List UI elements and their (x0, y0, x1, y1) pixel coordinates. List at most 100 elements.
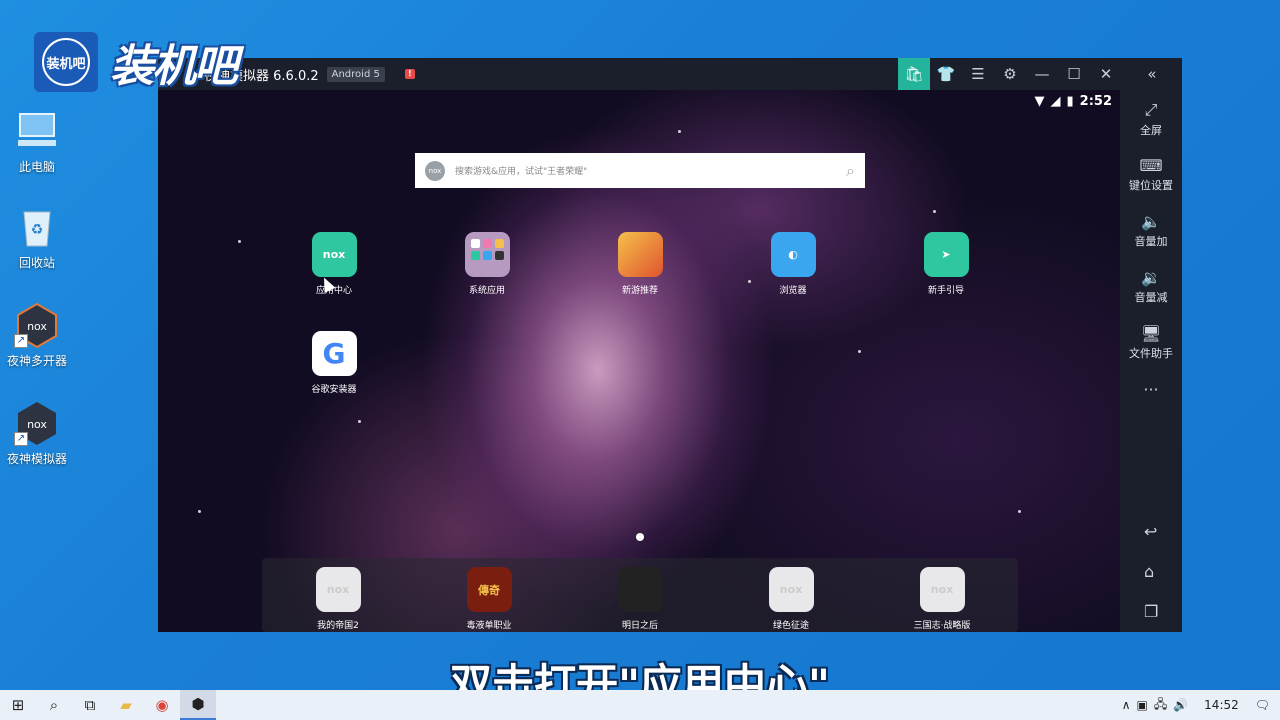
app-guide[interactable]: ➤ 新手引导 (906, 232, 986, 296)
minimize-icon[interactable]: — (1026, 58, 1058, 90)
app-label: 新手引导 (927, 286, 964, 296)
search-icon[interactable]: ⌕ (36, 690, 72, 720)
chuanqi-game-icon: 傳奇 (466, 567, 512, 612)
task-view-icon[interactable]: ⧉ (72, 690, 108, 720)
alert-icon[interactable]: ! (404, 69, 415, 79)
more-button[interactable]: ··· (1143, 380, 1158, 426)
menu-icon[interactable]: ☰ (962, 58, 994, 90)
sidebar-label: 音量加 (1134, 235, 1168, 248)
volume-down-icon: 🔉 (1141, 268, 1161, 287)
system-apps-folder-icon (464, 232, 510, 277)
android-screen[interactable]: ▼ ◢ ▮ 2:52 nox 搜索游戏&应用，试试"王者荣耀" ⌕ nox 应用… (158, 90, 1120, 632)
app-browser[interactable]: ◐ 浏览器 (753, 232, 833, 296)
file-explorer-icon[interactable]: ▰ (108, 690, 144, 720)
volume-up-button[interactable]: 🔈 音量加 (1135, 212, 1168, 258)
app-label: 新游推荐 (621, 286, 658, 296)
desktop-icon-recycle-bin[interactable]: ♻ 回收站 (4, 204, 70, 271)
home-icon[interactable]: ⌂ (1144, 562, 1154, 581)
app-label: 毒液单职业 (466, 621, 512, 631)
google-icon: G (311, 331, 357, 376)
network-icon[interactable]: 🖧 (1154, 695, 1167, 716)
recent-apps-icon[interactable]: ❐ (1144, 602, 1158, 621)
computer-icon (14, 108, 60, 154)
nox-taskbar-icon[interactable]: ⬢ (180, 690, 216, 720)
search-bar[interactable]: nox 搜索游戏&应用，试试"王者荣耀" ⌕ (415, 153, 865, 188)
settings-gear-icon[interactable]: ⚙ (994, 58, 1026, 90)
brand-text: 装机吧 (110, 41, 238, 92)
collapse-sidebar-icon[interactable]: « (1122, 58, 1182, 90)
shortcut-arrow-icon: ↗ (14, 432, 28, 446)
nox-placeholder-icon: nox (919, 567, 965, 612)
app-dock: nox 我的帝国2 傳奇 毒液单职业 明日之后 nox 绿色征途 nox 三国志… (262, 558, 1018, 632)
lifeafter-game-icon (617, 567, 663, 612)
file-assistant-icon: 🖥 (1140, 324, 1162, 343)
app-label: 绿色征途 (772, 621, 809, 631)
store-bag-icon[interactable]: 🛍 (898, 58, 930, 90)
chevron-up-icon[interactable]: ∧ (1122, 698, 1131, 712)
nox-placeholder-icon: nox (768, 567, 814, 612)
svg-text:nox: nox (27, 418, 47, 431)
sidebar-label: 文件助手 (1129, 347, 1173, 360)
battery-icon: ▮ (1066, 94, 1074, 109)
signal-icon: ◢ (1050, 94, 1061, 109)
dock-app[interactable]: nox 三国志·战略版 (902, 567, 982, 631)
close-icon[interactable]: ✕ (1090, 58, 1122, 90)
desktop-icon-this-pc[interactable]: 此电脑 (4, 108, 70, 175)
desktop-icon-nox-player[interactable]: nox ↗ 夜神模拟器 (4, 400, 70, 467)
emulator-window: 夜神模拟器 6.6.0.2 Android 5 ! 🛍 👕 ☰ ⚙ — ☐ ✕ … (158, 58, 1182, 632)
start-windows-icon[interactable]: ⊞ (0, 690, 36, 720)
watermark-logo: 装机吧 装机吧 (34, 30, 238, 94)
app-new-games[interactable]: 新游推荐 (600, 232, 680, 296)
desktop-icon-label: 回收站 (18, 256, 55, 270)
dock-app[interactable]: 明日之后 (600, 567, 680, 631)
desktop-icon-nox-multi[interactable]: nox ↗ 夜神多开器 (4, 302, 70, 369)
status-bar: ▼ ◢ ▮ 2:52 (1035, 94, 1113, 109)
file-assistant-button[interactable]: 🖥 文件助手 (1129, 324, 1173, 370)
fullscreen-button[interactable]: ⤢ 全屏 (1140, 100, 1162, 146)
app-label: 系统应用 (468, 286, 505, 296)
shortcut-arrow-icon: ↗ (14, 334, 28, 348)
system-tray: ∧ ▣ 🖧 🔊 14:52 🗨 (1122, 690, 1280, 720)
dock-app[interactable]: nox 绿色征途 (751, 567, 831, 631)
sidebar-label: 全屏 (1140, 124, 1162, 137)
nox-logo-icon: nox (425, 160, 445, 181)
nox-placeholder-icon: nox (315, 567, 361, 612)
sidebar-label: 音量减 (1134, 291, 1168, 304)
search-placeholder: 搜索游戏&应用，试试"王者荣耀" (455, 167, 588, 177)
svg-text:nox: nox (27, 320, 47, 333)
app-system-apps[interactable]: 系统应用 (447, 232, 527, 296)
volume-down-button[interactable]: 🔉 音量减 (1135, 268, 1168, 314)
back-icon[interactable]: ↩ (1144, 522, 1157, 541)
more-dots-icon: ··· (1143, 380, 1159, 399)
desktop-icon-label: 此电脑 (18, 160, 55, 174)
keymap-button[interactable]: ⌨ 键位设置 (1129, 156, 1173, 202)
android-version-badge: Android 5 (326, 66, 385, 82)
app-label: 我的帝国2 (317, 621, 359, 631)
skin-shirt-icon[interactable]: 👕 (930, 58, 962, 90)
sidebar-label: 键位设置 (1129, 179, 1173, 192)
dock-app[interactable]: 傳奇 毒液单职业 (449, 567, 529, 631)
fullscreen-icon: ⤢ (1144, 100, 1158, 119)
emulator-titlebar[interactable]: 夜神模拟器 6.6.0.2 Android 5 ! 🛍 👕 ☰ ⚙ — ☐ ✕ … (158, 58, 1182, 90)
dock-app[interactable]: nox 我的帝国2 (298, 567, 378, 631)
app-label: 三国志·战略版 (913, 621, 971, 631)
emulator-sidebar: ⤢ 全屏 ⌨ 键位设置 🔈 音量加 🔉 音量减 🖥 文件助手 ··· ↩ ⌂ ❐ (1120, 90, 1182, 632)
search-icon[interactable]: ⌕ (846, 161, 855, 181)
status-time: 2:52 (1079, 94, 1112, 109)
clock[interactable]: 14:52 (1204, 698, 1239, 712)
app-label: 谷歌安装器 (311, 385, 357, 395)
app-center-icon: nox (311, 232, 357, 277)
wifi-icon: ▼ (1034, 94, 1045, 109)
app-google-installer[interactable]: G 谷歌安装器 (294, 331, 374, 395)
nox-player-icon: nox ↗ (14, 400, 60, 446)
chrome-icon[interactable]: ◉ (144, 690, 180, 720)
maximize-icon[interactable]: ☐ (1058, 58, 1090, 90)
svg-text:♻: ♻ (31, 222, 44, 238)
desktop-icon-label: 夜神多开器 (6, 354, 67, 368)
windows-taskbar: ⊞ ⌕ ⧉ ▰ ◉ ⬢ ∧ ▣ 🖧 🔊 14:52 🗨 (0, 690, 1280, 720)
notification-icon[interactable]: 🗨 (1255, 698, 1270, 712)
nox-multi-icon: nox ↗ (14, 302, 60, 349)
tray-app-icon[interactable]: ▣ (1136, 698, 1147, 712)
app-label: 浏览器 (779, 286, 807, 296)
speaker-icon[interactable]: 🔊 (1173, 698, 1188, 712)
